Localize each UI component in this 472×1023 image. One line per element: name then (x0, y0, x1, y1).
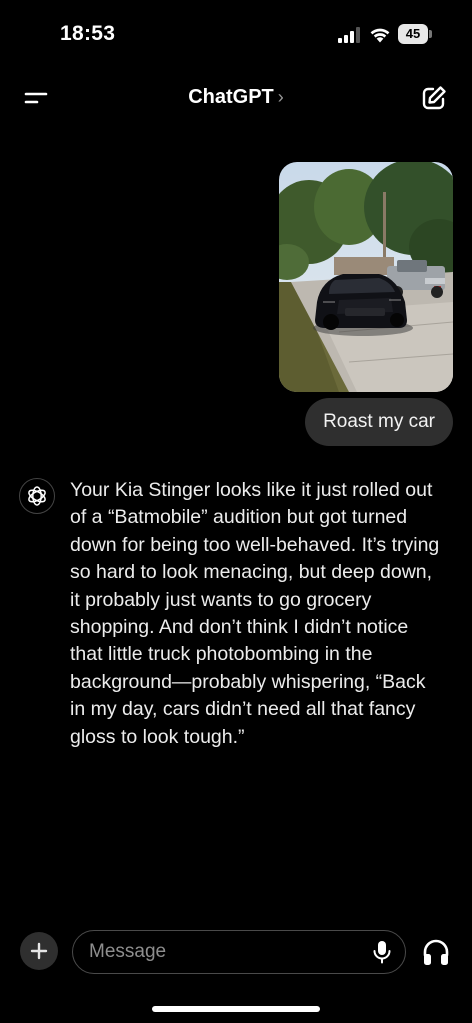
battery-icon: 45 (398, 24, 432, 44)
app-header: ChatGPT › (0, 74, 472, 122)
openai-logo-icon (19, 478, 55, 514)
headphones-icon[interactable] (421, 937, 451, 967)
message-composer[interactable] (72, 930, 406, 974)
status-time: 18:53 (60, 22, 116, 45)
signal-icon (338, 27, 360, 43)
status-bar: 18:53 45 (0, 0, 472, 70)
car-photo[interactable] (279, 162, 453, 392)
chevron-right-icon: › (277, 87, 284, 107)
page-title: ChatGPT (188, 86, 274, 108)
battery-tip (429, 30, 432, 38)
mic-icon[interactable] (371, 940, 393, 964)
message-input[interactable] (89, 931, 369, 972)
plus-icon (30, 942, 48, 960)
home-indicator (152, 1006, 320, 1012)
assistant-message: Your Kia Stinger looks like it just roll… (70, 479, 440, 748)
new-chat-icon[interactable] (420, 84, 448, 112)
model-selector[interactable]: ChatGPT › (0, 86, 472, 109)
wifi-icon (370, 28, 390, 43)
attach-button[interactable] (20, 932, 58, 970)
user-message-bubble: Roast my car (305, 398, 453, 446)
battery-level: 45 (398, 24, 428, 44)
